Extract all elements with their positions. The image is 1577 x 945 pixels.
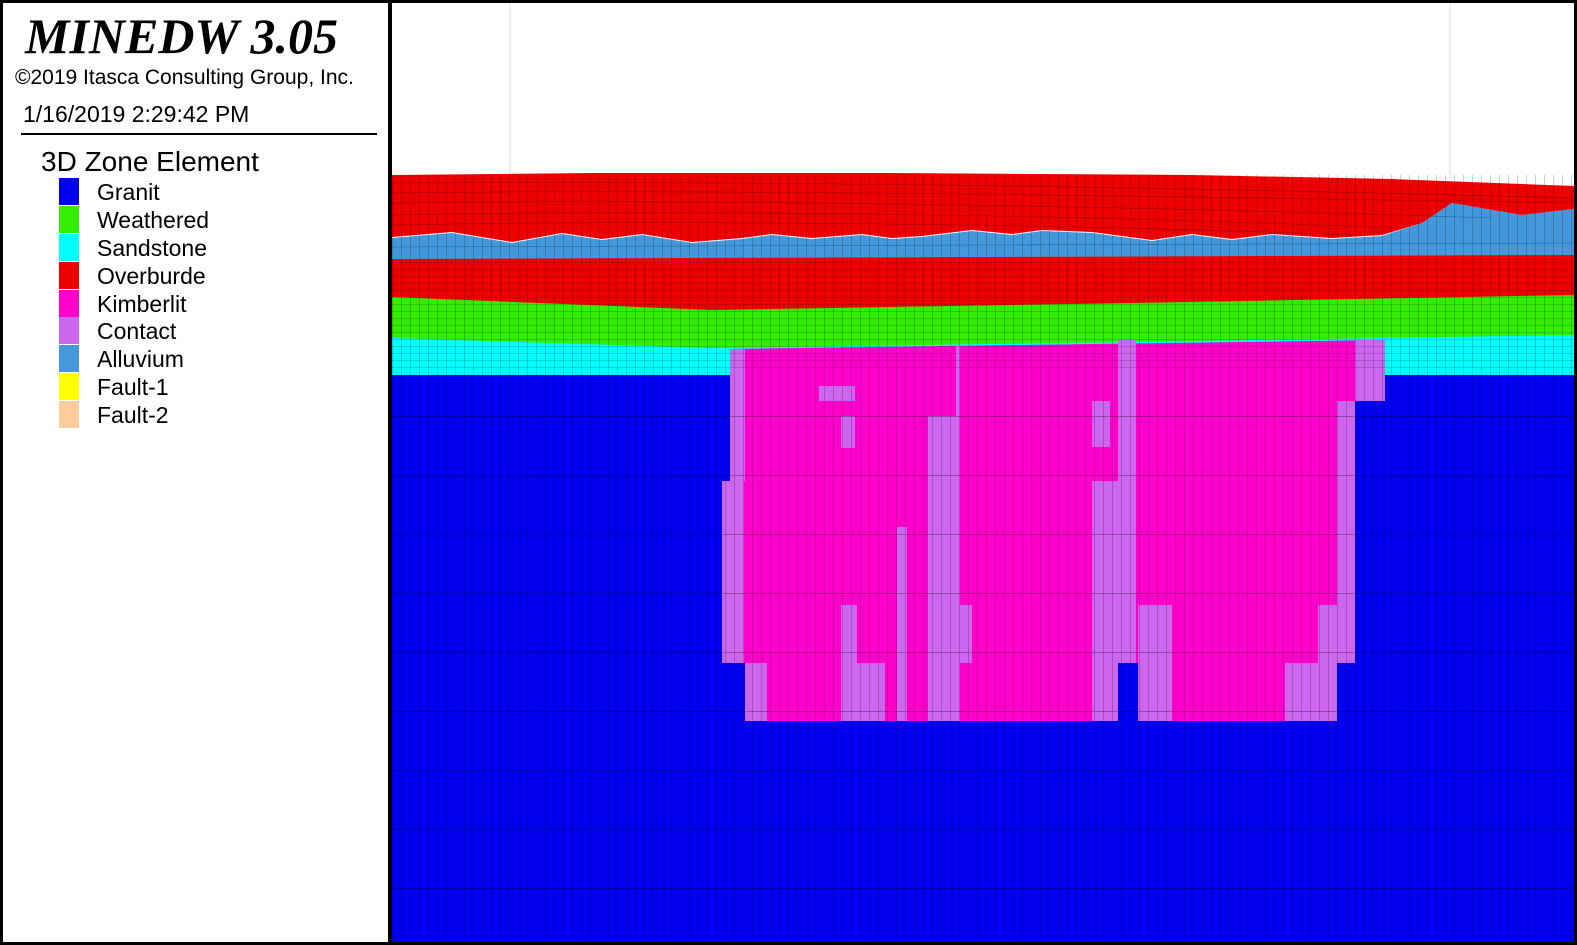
legend-swatch	[59, 317, 79, 345]
legend-swatch	[59, 205, 79, 233]
app-title: MINEDW 3.05	[25, 8, 339, 64]
legend-swatch	[59, 401, 79, 429]
model-viewport[interactable]	[392, 0, 1577, 945]
legend-label: Fault-1	[97, 374, 169, 401]
legend-label: Alluvium	[97, 346, 184, 373]
divider	[21, 133, 377, 135]
mesh-horizontal-coarse	[392, 371, 1574, 942]
legend-swatch	[59, 178, 79, 205]
legend-swatch	[59, 233, 79, 261]
legend-label: Weathered	[97, 206, 210, 233]
mesh-horizontal-fine	[392, 257, 1574, 371]
copyright-text: ©2019 Itasca Consulting Group, Inc.	[15, 66, 354, 89]
legend-swatch	[59, 345, 79, 373]
legend-swatch	[59, 289, 79, 317]
zone-model-cross-section	[392, 3, 1574, 942]
legend-swatch	[59, 261, 79, 289]
legend-swatch	[59, 373, 79, 401]
legend-label: Kimberlit	[97, 290, 187, 317]
legend-label: Overburde	[97, 262, 206, 289]
legend-label: Granit	[97, 179, 160, 205]
legend-label: Fault-2	[97, 402, 169, 429]
legend-label: Sandstone	[97, 234, 207, 261]
legend-title: 3D Zone Element	[41, 146, 259, 177]
timestamp: 1/16/2019 2:29:42 PM	[23, 101, 250, 127]
legend-label: Contact	[97, 318, 177, 345]
legend-panel: MINEDW 3.05 ©2019 Itasca Consulting Grou…	[0, 0, 392, 945]
